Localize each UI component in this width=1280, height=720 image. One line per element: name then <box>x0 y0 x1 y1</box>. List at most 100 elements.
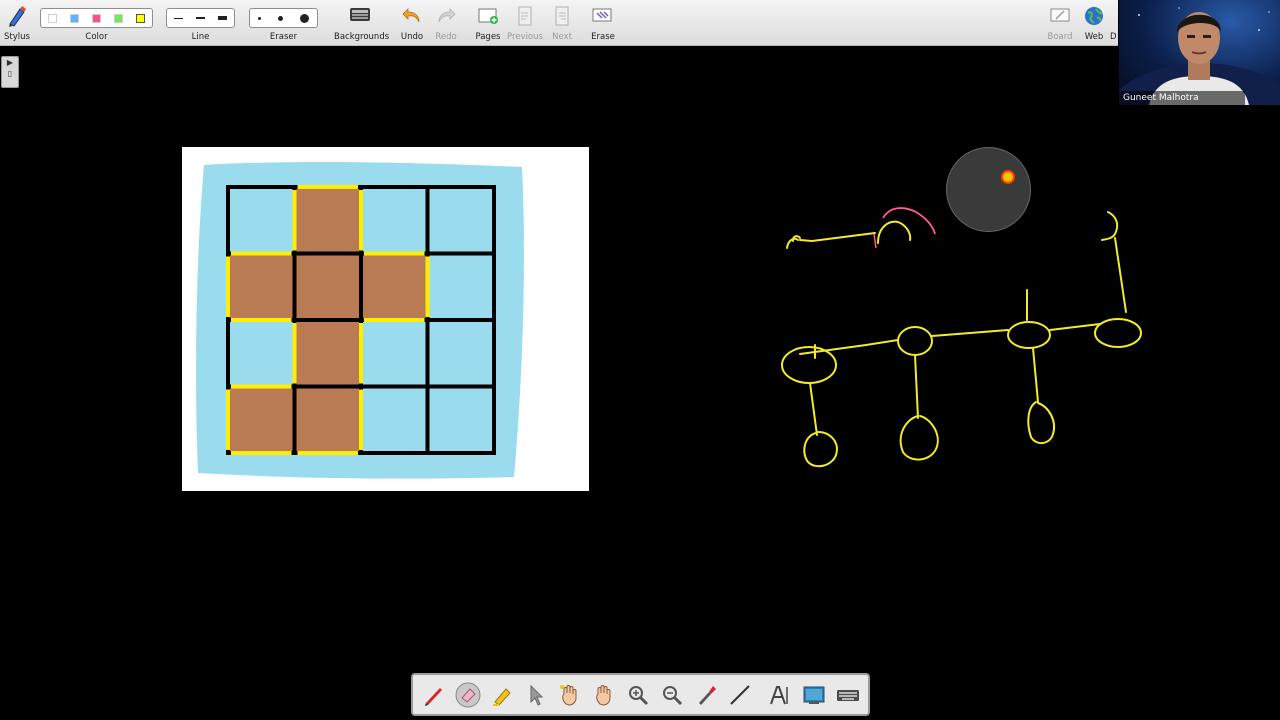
previous-page-icon <box>515 5 535 31</box>
line-palette-tool[interactable] <box>727 681 753 709</box>
board-icon <box>1049 5 1071 29</box>
node-7 <box>1027 401 1055 444</box>
side-panel-toggle[interactable]: ▶ ▯ <box>1 56 19 88</box>
edge-1-down <box>809 382 818 436</box>
line-label: Line <box>191 32 210 42</box>
node-2 <box>897 326 933 356</box>
line-thin[interactable] <box>173 17 183 19</box>
pointer-tool[interactable] <box>523 681 549 709</box>
swatch-white[interactable] <box>47 13 57 23</box>
grid-svg <box>196 161 525 479</box>
water-cell <box>359 318 430 389</box>
hand-tool[interactable] <box>591 681 617 709</box>
zoom-in-tool[interactable] <box>625 681 651 709</box>
presenter-video <box>1119 7 1280 105</box>
color-tool[interactable]: Color <box>40 3 153 43</box>
swatch-yellow[interactable] <box>136 13 146 23</box>
magic-hand-icon <box>560 685 577 706</box>
web-label: Web <box>1084 32 1104 42</box>
node-4 <box>1094 318 1142 348</box>
screen-icon <box>803 686 825 704</box>
pink-annotation <box>882 207 936 235</box>
color-swatches <box>40 8 153 28</box>
hand-icon <box>596 685 611 706</box>
zoom-in-icon <box>629 686 649 706</box>
top-stroke-left <box>786 232 876 249</box>
board-label: Board <box>1047 32 1073 42</box>
edge-3-4 <box>1049 323 1101 331</box>
water-cell <box>226 185 297 256</box>
swatch-green[interactable] <box>114 13 124 23</box>
pointer-icon <box>530 684 544 706</box>
webcam-overlay: Guneet Malhotra <box>1119 0 1280 105</box>
eraser-palette-tool[interactable] <box>455 681 481 709</box>
pages-button[interactable]: Pages <box>474 3 502 43</box>
pen-tool[interactable] <box>421 681 447 709</box>
pen-icon <box>425 688 442 706</box>
screen-tool[interactable] <box>801 681 827 709</box>
redo-button[interactable]: Redo <box>432 3 460 43</box>
brush-icon <box>699 686 716 705</box>
grid-image[interactable] <box>182 147 589 491</box>
redo-icon <box>436 5 456 29</box>
water-cell <box>425 318 496 389</box>
highlighter-tool[interactable] <box>489 681 515 709</box>
line-widths <box>166 8 235 28</box>
eraser-icon <box>455 682 481 708</box>
erase-button[interactable]: Erase <box>589 3 617 43</box>
zoom-out-tool[interactable] <box>659 681 685 709</box>
water-cell <box>425 384 496 455</box>
web-button[interactable]: Web <box>1080 3 1108 43</box>
stylus-icon <box>7 5 27 31</box>
next-page-icon <box>552 5 572 31</box>
land-cell <box>226 384 297 455</box>
water-cell <box>425 251 496 322</box>
right-vertical-edge <box>1114 237 1127 313</box>
keyboard-tool[interactable] <box>835 681 861 709</box>
land-cell <box>292 384 363 455</box>
swatch-pink[interactable] <box>91 13 101 23</box>
eraser-tool[interactable]: Eraser <box>249 3 318 43</box>
tool-palette <box>411 673 870 716</box>
top-arch <box>877 220 912 244</box>
pages-label: Pages <box>475 32 501 42</box>
eraser-label: Eraser <box>269 32 298 42</box>
line-thick[interactable] <box>218 16 228 20</box>
stylus-tool[interactable]: Stylus <box>2 3 32 43</box>
presenter-name: Guneet Malhotra <box>1119 91 1245 105</box>
eraser-large[interactable] <box>299 13 309 23</box>
undo-label: Undo <box>400 32 424 42</box>
top-toolbar: Stylus Color Line Eraser Backgrounds Und… <box>0 0 1118 46</box>
eraser-medium[interactable] <box>277 15 283 21</box>
node-5 <box>803 431 838 468</box>
water-cell <box>226 318 297 389</box>
line-tool[interactable]: Line <box>166 3 235 43</box>
expand-arrow-icon: ▶ <box>6 58 14 67</box>
previous-button[interactable]: Previous <box>506 3 544 43</box>
truncated-tool[interactable]: D <box>1110 3 1118 43</box>
color-label: Color <box>85 32 108 42</box>
board-button[interactable]: Board <box>1046 3 1074 43</box>
backgrounds-button[interactable]: Backgrounds <box>334 3 389 43</box>
land-cell <box>292 318 363 389</box>
next-button[interactable]: Next <box>548 3 576 43</box>
eraser-sizes <box>249 8 318 28</box>
page-thumbnail-icon: ▯ <box>7 69 13 78</box>
eraser-small[interactable] <box>258 16 262 20</box>
line-icon <box>730 685 750 705</box>
keyboard-icon <box>837 690 859 701</box>
stylus-label: Stylus <box>4 32 30 42</box>
pink-tick <box>873 233 877 249</box>
highlighter-icon <box>493 688 511 706</box>
next-label: Next <box>552 32 572 42</box>
magic-hand-tool[interactable] <box>557 681 583 709</box>
text-tool[interactable] <box>767 681 793 709</box>
zoom-out-icon <box>663 686 683 706</box>
line-medium[interactable] <box>195 17 205 19</box>
undo-button[interactable]: Undo <box>398 3 426 43</box>
land-cell <box>226 251 297 322</box>
erase-board-icon <box>591 5 615 29</box>
swatch-blue[interactable] <box>69 13 79 23</box>
spotlight-circle <box>946 147 1031 232</box>
brush-tool[interactable] <box>693 681 719 709</box>
